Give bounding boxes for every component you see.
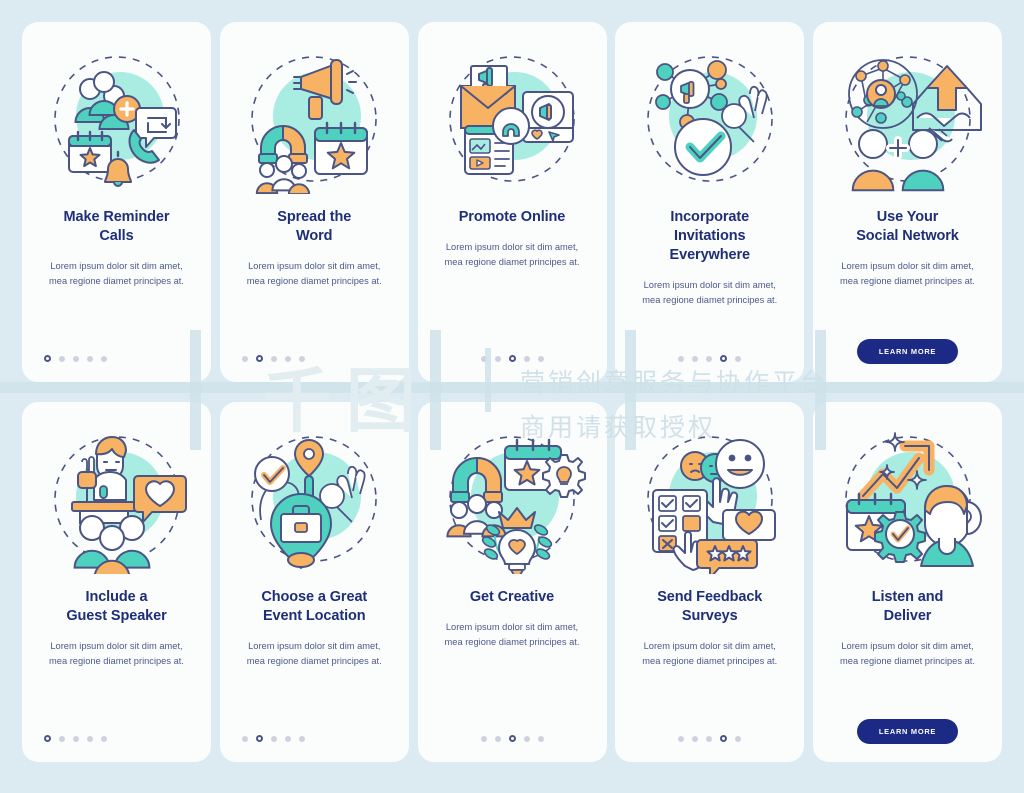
card-title: Send Feedback Surveys: [657, 589, 763, 625]
card-description: Lorem ipsum dolor sit dim amet, mea regi…: [49, 641, 184, 667]
pagination-dot[interactable]: [101, 735, 107, 742]
card-row-top: Make Reminder Calls Lorem ipsum dolor sit …: [22, 22, 1002, 382]
pagination-dot[interactable]: [494, 735, 501, 742]
pagination-dot[interactable]: [270, 355, 277, 362]
pagination-dot[interactable]: [284, 355, 291, 362]
pagination-dot[interactable]: [494, 355, 501, 362]
card-title: Choose a Great Event Location: [261, 589, 368, 625]
pagination-dot[interactable]: [59, 355, 65, 362]
card-title: Include a Guest Speaker: [66, 589, 167, 625]
onboarding-card-make-reminder-calls[interactable]: Make Reminder Calls Lorem ipsum dolor sit …: [22, 22, 211, 382]
pagination-dot-active[interactable]: [44, 735, 51, 742]
pagination-dots[interactable]: [34, 735, 199, 742]
pagination-dot[interactable]: [523, 735, 530, 742]
onboarding-card-choose-a-great-event-location[interactable]: Choose a Great Event Location Lorem ipsum …: [219, 402, 409, 762]
magnet-calendar-gear-bulb-crown-illustration: [437, 424, 587, 574]
pagination-dot[interactable]: [537, 355, 544, 362]
onboarding-screens-set: Make Reminder Calls Lorem ipsum dolor sit …: [0, 0, 1024, 793]
envelope-megaphone-media-post-illustration: [437, 44, 587, 194]
card-title: Listen and Deliver: [871, 589, 944, 625]
network-megaphone-check-hand-illustration: [635, 44, 785, 194]
survey-checklist-smiley-rating-illustration: [635, 424, 785, 574]
pagination-dot[interactable]: [241, 735, 248, 742]
pagination-dot[interactable]: [523, 355, 530, 362]
pagination-dots[interactable]: [627, 735, 792, 742]
megaphone-magnet-calendar-star-illustration: [239, 44, 389, 194]
pagination-dot[interactable]: [87, 735, 93, 742]
onboarding-card-listen-and-deliver[interactable]: Listen and Deliver Lorem ipsum dolor sit d…: [813, 402, 1002, 762]
pagination-dot[interactable]: [480, 355, 487, 362]
pagination-dot[interactable]: [59, 735, 65, 742]
pagination-dot[interactable]: [241, 355, 248, 362]
learn-more-button[interactable]: LEARN MORE: [856, 719, 959, 744]
pagination-dots[interactable]: [627, 355, 792, 362]
pagination-dot[interactable]: [298, 735, 305, 742]
pagination-dots[interactable]: [430, 355, 595, 362]
pagination-dot[interactable]: [706, 735, 713, 742]
card-description: Lorem ipsum dolor sit dim amet, mea regi…: [49, 261, 184, 287]
card-description: Lorem ipsum dolor sit dim amet, mea regi…: [246, 641, 382, 667]
pagination-dot-active[interactable]: [720, 355, 728, 362]
card-title: Spread the Word: [277, 209, 352, 245]
card-title: Promote Online: [458, 209, 566, 225]
map-pin-briefcase-check-hand-illustration: [239, 424, 389, 574]
pagination-dots[interactable]: [430, 735, 595, 742]
pagination-dot[interactable]: [692, 355, 699, 362]
card-row-bottom: Include a Guest Speaker Lorem ipsum dolor …: [22, 402, 1002, 762]
card-title: Make Reminder Calls: [63, 209, 170, 245]
people-add-calendar-bell-phone-illustration: [42, 44, 192, 194]
growth-arrow-calendar-gear-listener-illustration: [833, 424, 983, 574]
pagination-dot[interactable]: [298, 355, 305, 362]
pagination-dot[interactable]: [480, 735, 487, 742]
pagination-dot-active[interactable]: [255, 355, 263, 362]
card-description: Lorem ipsum dolor sit dim amet, mea regi…: [642, 641, 778, 667]
card-title: Use Your Social Network: [856, 209, 959, 245]
pagination-dots[interactable]: [232, 355, 397, 362]
pagination-dot[interactable]: [101, 355, 107, 362]
network-handshake-arrow-people-illustration: [833, 44, 983, 194]
onboarding-card-use-your-social-network[interactable]: Use Your Social Network Lorem ipsum dolor …: [813, 22, 1002, 382]
onboarding-card-spread-the-word[interactable]: Spread the Word Lorem ipsum dolor sit dim …: [219, 22, 409, 382]
card-title: Get Creative: [469, 589, 555, 605]
onboarding-card-get-creative[interactable]: Get Creative Lorem ipsum dolor sit dim am…: [417, 402, 607, 762]
card-description: Lorem ipsum dolor sit dim amet, mea regi…: [246, 261, 382, 287]
pagination-dot-active[interactable]: [508, 735, 516, 742]
onboarding-card-send-feedback-surveys[interactable]: Send Feedback Surveys Lorem ipsum dolor si…: [615, 402, 805, 762]
learn-more-button[interactable]: LEARN MORE: [856, 339, 959, 364]
card-description: Lorem ipsum dolor sit dim amet, mea regi…: [444, 622, 580, 648]
pagination-dot-active[interactable]: [508, 355, 516, 362]
pagination-dot[interactable]: [537, 735, 544, 742]
pagination-dot-active[interactable]: [720, 735, 728, 742]
pagination-dot[interactable]: [678, 355, 685, 362]
pagination-dot[interactable]: [87, 355, 93, 362]
onboarding-card-incorporate-invitations-everywhere[interactable]: Incorporate Invitations Everywhere Lorem ip…: [615, 22, 805, 382]
pagination-dot[interactable]: [706, 355, 713, 362]
pagination-dot[interactable]: [678, 735, 685, 742]
pagination-dot[interactable]: [735, 735, 742, 742]
card-description: Lorem ipsum dolor sit dim amet, mea regi…: [444, 242, 580, 268]
pagination-dot-active[interactable]: [44, 355, 51, 362]
onboarding-card-promote-online[interactable]: Promote Online Lorem ipsum dolor sit dim …: [417, 22, 607, 382]
pagination-dot[interactable]: [735, 355, 742, 362]
pagination-dots[interactable]: [232, 735, 397, 742]
card-description: Lorem ipsum dolor sit dim amet, mea regi…: [840, 261, 975, 287]
pagination-dot[interactable]: [284, 735, 291, 742]
pagination-dot[interactable]: [73, 735, 79, 742]
speaker-podium-audience-heart-illustration: [42, 424, 192, 574]
pagination-dot[interactable]: [270, 735, 277, 742]
pagination-dot[interactable]: [692, 735, 699, 742]
pagination-dot-active[interactable]: [255, 735, 263, 742]
pagination-dots[interactable]: [34, 355, 199, 362]
card-title: Incorporate Invitations Everywhere: [669, 209, 751, 264]
card-description: Lorem ipsum dolor sit dim amet, mea regi…: [642, 280, 778, 306]
pagination-dot[interactable]: [73, 355, 79, 362]
onboarding-card-include-a-guest-speaker[interactable]: Include a Guest Speaker Lorem ipsum dolor …: [22, 402, 211, 762]
card-description: Lorem ipsum dolor sit dim amet, mea regi…: [840, 641, 975, 667]
